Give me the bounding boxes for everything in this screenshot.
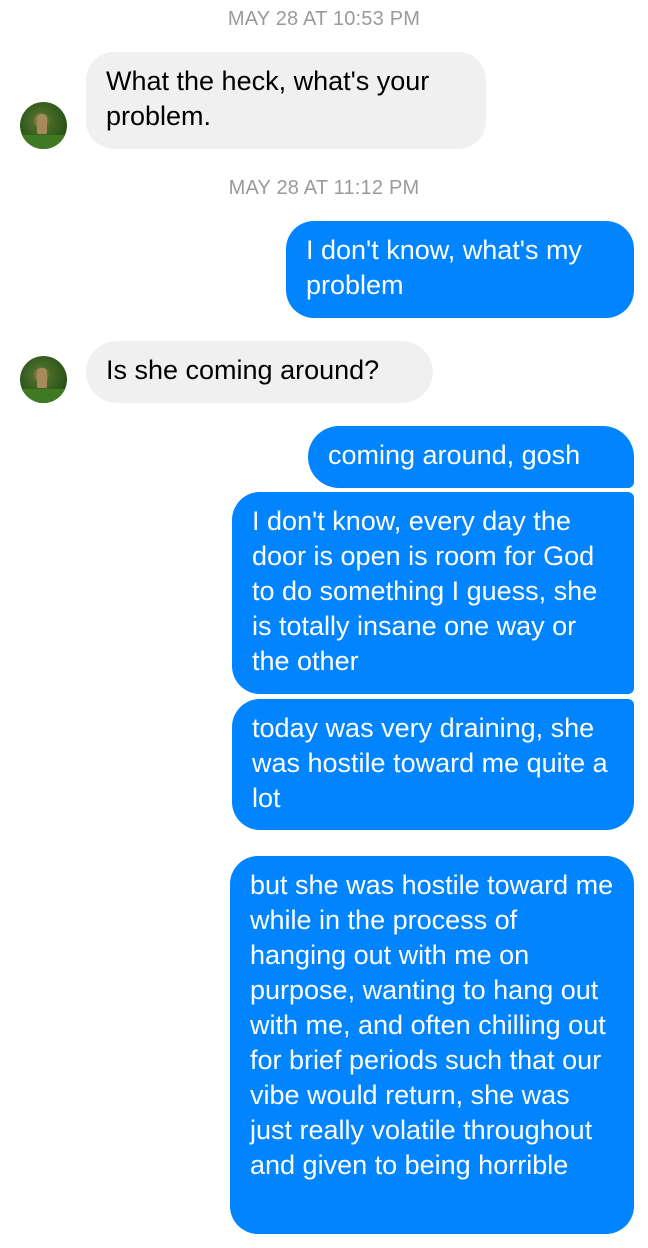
avatar-photo-icon (20, 389, 67, 403)
outgoing-message-bubble[interactable]: I don't know, what's my problem (286, 221, 634, 318)
outgoing-message-bubble[interactable]: but she was hostile toward me while in t… (230, 856, 634, 1234)
timestamp: MAY 28 AT 10:53 PM (227, 8, 421, 30)
contact-avatar[interactable] (20, 102, 67, 149)
avatar-photo-icon (20, 135, 67, 149)
outgoing-message-bubble[interactable]: I don't know, every day the door is open… (232, 492, 634, 694)
outgoing-message-bubble[interactable]: today was very draining, she was hostile… (232, 699, 634, 830)
contact-avatar[interactable] (20, 356, 67, 403)
incoming-message-bubble[interactable]: Is she coming around? (86, 341, 433, 403)
incoming-message-bubble[interactable]: What the heck, what's your problem. (86, 52, 486, 149)
timestamp: MAY 28 AT 11:12 PM (228, 177, 420, 199)
outgoing-message-bubble[interactable]: coming around, gosh (308, 426, 634, 488)
